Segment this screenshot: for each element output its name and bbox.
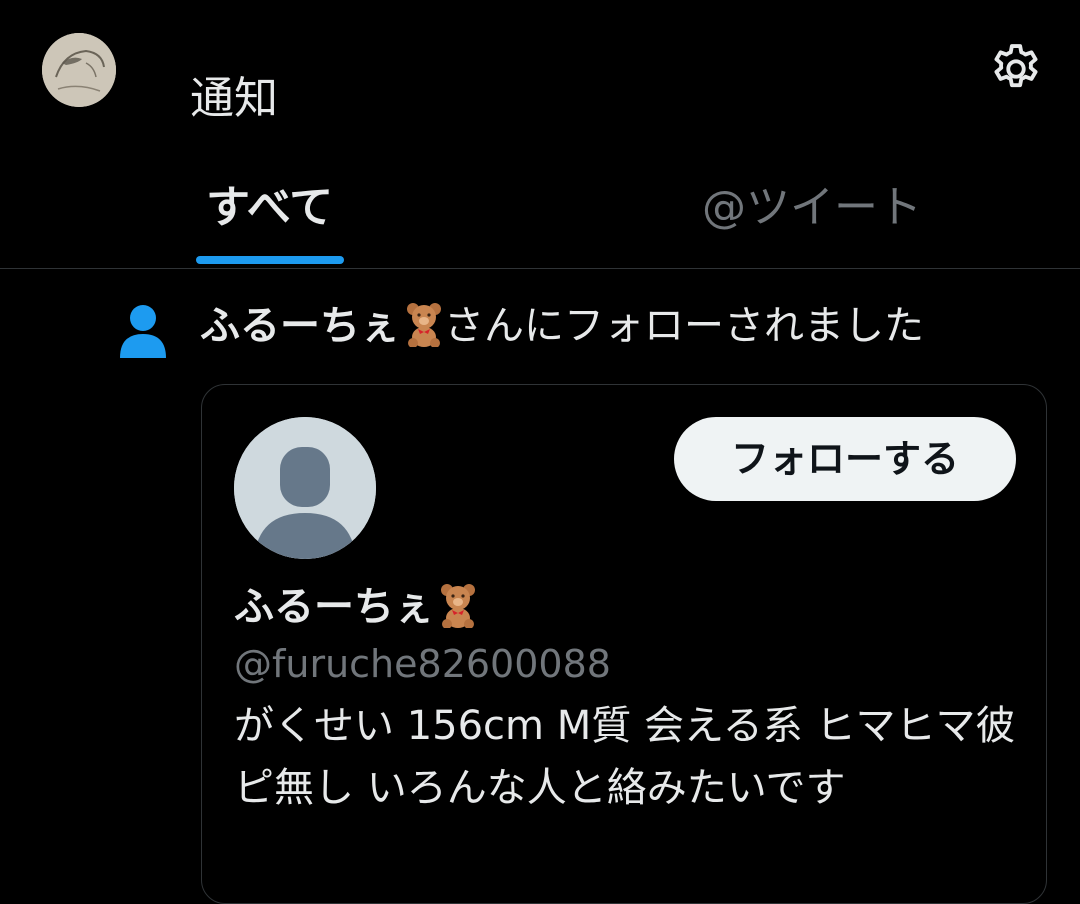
follow-button[interactable]: フォローする	[674, 417, 1016, 501]
default-avatar-icon	[234, 417, 376, 559]
follow-notification[interactable]: ふるーちぇ さんにフォローされました フォローする ふるーちぇ @furuche…	[0, 268, 1080, 904]
teddy-bear-emoji-icon	[441, 584, 475, 628]
tab-all[interactable]: すべて	[196, 160, 344, 268]
settings-button[interactable]	[983, 36, 1049, 102]
avatar-sketch-icon	[42, 33, 116, 107]
user-card[interactable]: フォローする ふるーちぇ @furuche82600088 がくせい 156cm…	[201, 384, 1047, 904]
default-avatar[interactable]	[234, 417, 376, 559]
card-bio: がくせい 156cm M質 会える系 ヒマヒマ彼ピ無し いろんな人と絡みたいです	[234, 703, 1016, 811]
card-display-name-text: ふるーちぇ	[234, 584, 434, 630]
page-title: 通知	[190, 73, 278, 125]
person-icon	[120, 305, 166, 358]
notification-text: ふるーちぇ さんにフォローされました	[200, 298, 924, 354]
notification-user-name[interactable]: ふるーちぇ	[200, 303, 400, 349]
tab-mentions-label: @ツイート	[702, 182, 922, 233]
tab-all-label: すべて	[206, 182, 334, 233]
tab-mentions[interactable]: @ツイート	[690, 160, 930, 268]
notification-message: さんにフォローされました	[444, 303, 924, 349]
active-tab-indicator	[196, 256, 344, 264]
top-bar: 通知	[0, 0, 1080, 140]
card-handle: @furuche82600088	[234, 642, 611, 686]
gear-icon	[994, 44, 1038, 88]
user-avatar[interactable]	[42, 33, 116, 107]
notification-tabs: すべて @ツイート	[0, 160, 1080, 269]
teddy-bear-emoji-icon	[407, 303, 441, 347]
card-display-name[interactable]: ふるーちぇ	[234, 579, 478, 635]
